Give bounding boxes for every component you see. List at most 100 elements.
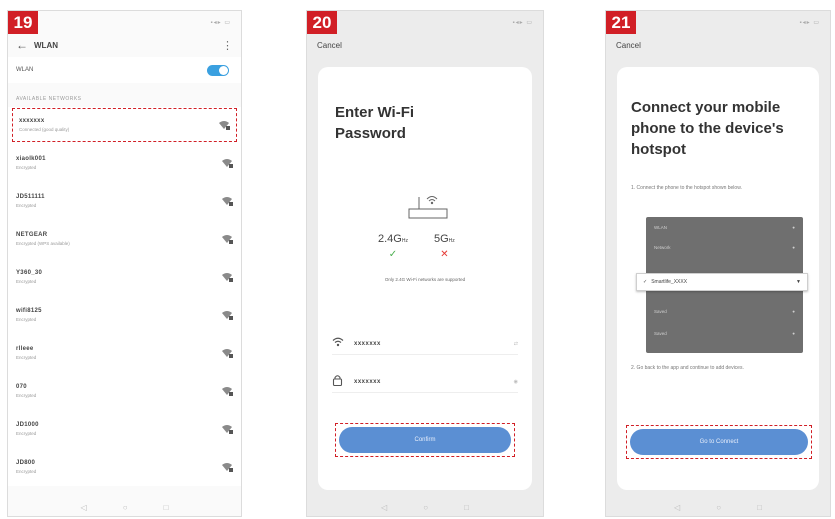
network-status: Encrypted <box>16 431 37 436</box>
wifi-lock-icon <box>221 158 233 168</box>
nav-back-icon[interactable]: ◁ <box>81 503 87 512</box>
network-status: Encrypted <box>16 317 37 322</box>
phone-step-21: 21 ▪◂▸ ▭ Cancel Connect your mobile phon… <box>605 10 831 517</box>
step-badge-19: 19 <box>8 11 38 34</box>
android-navbar: ◁ ○ □ <box>307 498 543 516</box>
wifi-lock-icon <box>221 310 233 320</box>
back-arrow-icon[interactable]: ← <box>16 38 34 52</box>
nav-back-icon[interactable]: ◁ <box>381 503 387 512</box>
wifi-lock-icon <box>221 272 233 282</box>
mini-row-label: Network <box>654 245 671 250</box>
wlan-header: ← WLAN ⋮ <box>8 33 241 57</box>
nav-recents-icon[interactable]: □ <box>164 503 169 512</box>
network-name: wifi8125 <box>16 308 42 314</box>
band-5g-value: 5G <box>433 233 449 245</box>
mini-row: Saved ● <box>654 331 795 336</box>
confirm-button[interactable]: Confirm <box>339 427 511 453</box>
nav-back-icon[interactable]: ◁ <box>674 503 680 512</box>
more-options-icon[interactable]: ⋮ <box>222 39 233 52</box>
network-item[interactable]: xiaolk001 Encrypted <box>8 144 241 182</box>
wifi-icon: ▼ <box>796 279 801 285</box>
tutorial-steps: 19 ▪◂▸ ▭ ← WLAN ⋮ WLAN AVAILABLE NETWORK… <box>0 0 835 519</box>
network-item[interactable]: 070 Encrypted <box>8 372 241 410</box>
switch-network-icon[interactable]: ⇄ <box>514 341 518 347</box>
status-bar: ▪◂▸ ▭ <box>799 19 820 26</box>
network-status: Encrypted <box>16 469 37 474</box>
nav-home-icon[interactable]: ○ <box>123 503 128 512</box>
mini-row-aux: ● <box>792 309 795 314</box>
toggle-knob <box>219 65 228 75</box>
android-navbar: ◁ ○ □ <box>8 498 241 516</box>
go-to-connect-button[interactable]: Go to Connect <box>630 429 808 455</box>
page-title: Connect your mobile phone to the device'… <box>631 99 784 158</box>
cross-icon: ✕ <box>440 249 449 260</box>
mini-row: Saved ● <box>654 309 795 314</box>
network-item-connected[interactable]: xxxxxxx Connected (good quality) <box>11 107 238 143</box>
nav-home-icon[interactable]: ○ <box>716 503 721 512</box>
step-badge-21: 21 <box>606 11 636 34</box>
cancel-link[interactable]: Cancel <box>606 33 830 63</box>
wifi-lock-icon <box>218 120 230 130</box>
hotspot-card: Connect your mobile phone to the device'… <box>617 67 819 490</box>
mini-row-aux: ● <box>792 245 795 250</box>
network-name: 070 <box>16 384 27 390</box>
wifi-settings-screenshot: WLAN ● Network ● ✓ Smartlife_XXXX ▼ Saved ●… <box>636 217 808 353</box>
show-password-icon[interactable]: ◉ <box>514 379 518 385</box>
network-item[interactable]: wifi8125 Encrypted <box>8 296 241 334</box>
confirm-highlight: Confirm <box>335 423 515 457</box>
network-name: rlleee <box>16 346 34 352</box>
network-text: xxxxxxx Connected (good quality) <box>19 118 69 132</box>
ssid-value: xxxxxxx <box>354 340 381 347</box>
band-24g-label: 2.4GHz <box>378 233 408 245</box>
mini-row-label: Saved <box>654 331 667 336</box>
network-name: Y360_30 <box>16 270 43 276</box>
nav-recents-icon[interactable]: □ <box>757 503 762 512</box>
step-badge-20: 20 <box>307 11 337 34</box>
phone-step-20: 20 ▪◂▸ ▭ Cancel Enter Wi-Fi Password 2.4… <box>306 10 544 517</box>
network-text: xiaolk001 Encrypted <box>16 156 46 170</box>
band-support: 2.4GHz ✓ 5GHz ✕ <box>378 233 455 260</box>
band-5g-label: 5GHz <box>434 233 455 245</box>
check-icon: ✓ <box>388 249 398 260</box>
wifi-lock-icon <box>221 196 233 206</box>
status-bar: ▪◂▸ ▭ <box>210 19 231 26</box>
mini-row: Network ● <box>654 245 795 250</box>
page-title: Enter Wi-Fi Password <box>335 104 415 142</box>
network-item[interactable]: JD511111 Encrypted <box>8 182 241 220</box>
wifi-lock-icon <box>221 234 233 244</box>
nav-recents-icon[interactable]: □ <box>464 503 469 512</box>
network-name: JD800 <box>16 460 36 466</box>
network-status: Encrypted <box>16 203 37 208</box>
band-24g: 2.4GHz ✓ <box>378 233 408 260</box>
network-item[interactable]: NETGEAR Encrypted (WPS available) <box>8 220 241 258</box>
mini-row-aux: ● <box>792 331 795 336</box>
mini-row-label: WLAN <box>654 225 668 230</box>
wifi-password-field[interactable]: xxxxxxx ◉ <box>332 371 518 393</box>
router-icon <box>405 191 451 221</box>
network-name: JD1000 <box>16 422 39 428</box>
instruction-step-1: 1. Connect the phone to the hotspot show… <box>631 185 742 191</box>
wlan-toggle[interactable] <box>207 64 229 76</box>
network-item[interactable]: JD1000 Encrypted <box>8 410 241 448</box>
mini-row-label: Saved <box>654 309 667 314</box>
band-unit: Hz <box>401 238 408 244</box>
network-status: Encrypted <box>16 393 37 398</box>
network-item[interactable]: Y360_30 Encrypted <box>8 258 241 296</box>
network-text: rlleee Encrypted <box>16 346 36 360</box>
network-item[interactable]: rlleee Encrypted <box>8 334 241 372</box>
band-24g-value: 2.4G <box>378 233 402 245</box>
go-connect-highlight: Go to Connect <box>626 425 812 459</box>
cancel-link[interactable]: Cancel <box>307 33 543 63</box>
network-text: NETGEAR Encrypted (WPS available) <box>16 232 70 246</box>
network-name: JD511111 <box>16 194 45 200</box>
wifi-icon <box>332 337 348 350</box>
network-status: Encrypted <box>16 165 37 170</box>
wifi-ssid-field[interactable]: xxxxxxx ⇄ <box>332 333 518 355</box>
network-item[interactable]: JD800 Encrypted <box>8 448 241 486</box>
nav-home-icon[interactable]: ○ <box>423 503 428 512</box>
mini-row-aux: ● <box>792 225 795 230</box>
wifi-lock-icon <box>221 386 233 396</box>
network-text: JD511111 Encrypted <box>16 194 45 208</box>
page-title: WLAN <box>34 40 58 50</box>
network-name: xxxxxxx <box>19 118 45 124</box>
